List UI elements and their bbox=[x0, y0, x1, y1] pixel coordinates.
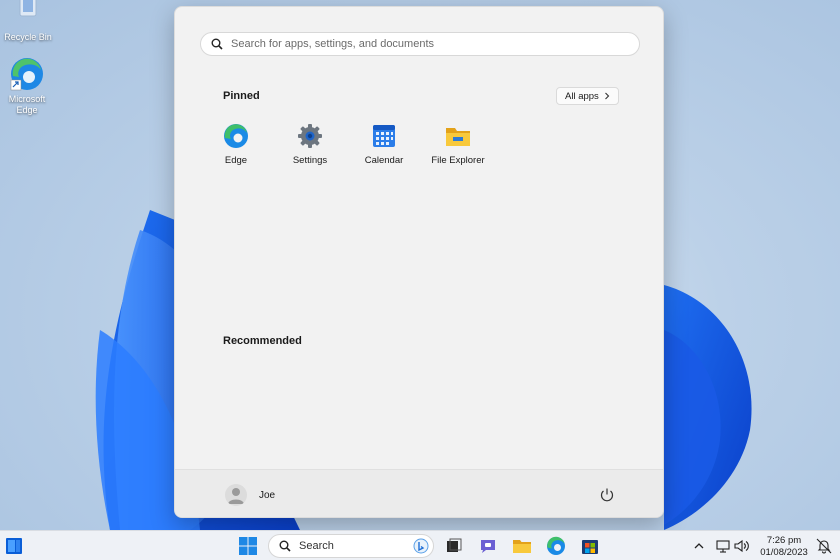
task-view-button[interactable] bbox=[444, 536, 464, 556]
user-account-button[interactable]: Joe bbox=[225, 484, 275, 506]
edge-icon bbox=[9, 56, 45, 92]
pinned-apps-grid: Edge Settings Calendar File Explorer bbox=[199, 123, 495, 166]
gear-icon bbox=[297, 123, 323, 149]
speaker-icon bbox=[734, 539, 749, 553]
start-menu: Pinned All apps Edge bbox=[174, 6, 664, 518]
calendar-icon bbox=[371, 123, 397, 149]
bing-icon[interactable] bbox=[413, 538, 429, 554]
app-label: Calendar bbox=[364, 155, 404, 166]
pinned-app-edge[interactable]: Edge bbox=[199, 123, 273, 166]
app-label: Edge bbox=[224, 155, 248, 166]
avatar bbox=[225, 484, 247, 506]
edge-icon bbox=[547, 536, 565, 555]
folder-icon bbox=[445, 123, 471, 149]
recycle-bin-icon bbox=[10, 0, 46, 30]
task-view-icon bbox=[447, 538, 462, 552]
edge-icon bbox=[223, 123, 249, 149]
desktop-icon-label: Microsoft Edge bbox=[8, 94, 46, 115]
taskbar: Search 7:26 pm 01/08/2023 bbox=[0, 530, 840, 560]
widgets-button[interactable] bbox=[4, 536, 24, 556]
power-button[interactable] bbox=[599, 487, 615, 503]
start-search-input[interactable] bbox=[231, 38, 611, 50]
taskbar-edge[interactable] bbox=[546, 536, 566, 556]
bell-icon bbox=[816, 538, 832, 554]
pinned-app-file-explorer[interactable]: File Explorer bbox=[421, 123, 495, 166]
desktop-icon-label: Recycle Bin bbox=[4, 32, 52, 42]
store-icon bbox=[582, 540, 598, 554]
start-footer: Joe bbox=[175, 469, 663, 517]
all-apps-label: All apps bbox=[565, 90, 599, 102]
search-icon bbox=[211, 38, 223, 50]
teams-chat-button[interactable] bbox=[478, 536, 498, 556]
app-label: File Explorer bbox=[431, 155, 485, 166]
recommended-title: Recommended bbox=[223, 335, 302, 347]
pinned-title: Pinned bbox=[223, 90, 260, 102]
desktop-icon-recycle-bin[interactable]: Recycle Bin bbox=[0, 0, 56, 43]
chat-icon bbox=[481, 540, 495, 553]
notifications-button[interactable] bbox=[814, 536, 834, 556]
chevron-up-icon bbox=[694, 543, 704, 549]
folder-icon bbox=[513, 540, 531, 553]
user-name: Joe bbox=[259, 489, 276, 501]
windows-logo-icon bbox=[239, 537, 257, 555]
start-button[interactable] bbox=[238, 536, 258, 556]
taskbar-search-label: Search bbox=[299, 540, 334, 552]
search-icon bbox=[279, 540, 291, 552]
widgets-icon bbox=[6, 538, 22, 554]
start-search-box[interactable] bbox=[200, 32, 640, 56]
clock-time: 7:26 pm bbox=[766, 535, 802, 546]
network-button[interactable] bbox=[713, 536, 733, 556]
pinned-app-calendar[interactable]: Calendar bbox=[347, 123, 421, 166]
volume-button[interactable] bbox=[732, 536, 752, 556]
desktop-icon-microsoft-edge[interactable]: Microsoft Edge bbox=[0, 56, 55, 116]
all-apps-button[interactable]: All apps bbox=[556, 87, 619, 105]
pinned-app-settings[interactable]: Settings bbox=[273, 123, 347, 166]
app-label: Settings bbox=[292, 155, 328, 166]
taskbar-store[interactable] bbox=[580, 536, 600, 556]
power-icon bbox=[600, 488, 614, 502]
show-hidden-icons-button[interactable] bbox=[689, 536, 709, 556]
chevron-right-icon bbox=[604, 92, 610, 100]
clock[interactable]: 7:26 pm 01/08/2023 bbox=[756, 535, 812, 559]
taskbar-search-box[interactable]: Search bbox=[268, 534, 434, 558]
taskbar-file-explorer[interactable] bbox=[512, 536, 532, 556]
network-icon bbox=[716, 540, 730, 553]
clock-date: 01/08/2023 bbox=[760, 547, 808, 558]
